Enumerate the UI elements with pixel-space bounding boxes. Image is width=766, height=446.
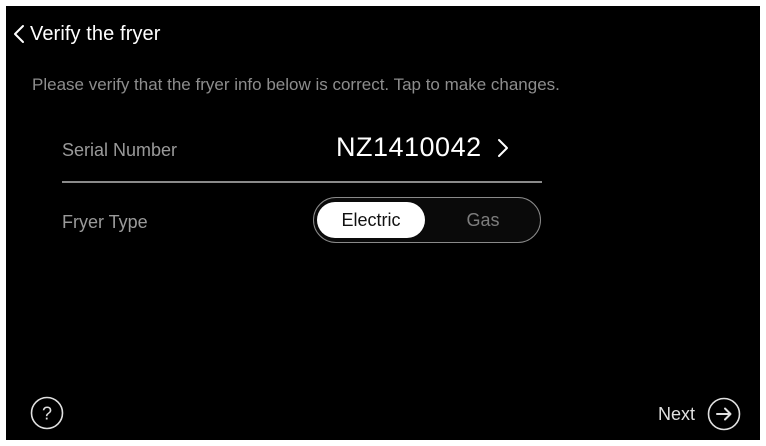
chevron-right-icon bbox=[497, 138, 508, 157]
serial-number-value: NZ1410042 bbox=[336, 132, 482, 162]
next-button[interactable]: Next bbox=[658, 397, 741, 431]
fryer-type-label: Fryer Type bbox=[62, 212, 148, 232]
arrow-right-circle-icon bbox=[707, 397, 741, 431]
serial-number-label: Serial Number bbox=[62, 140, 178, 160]
screen: Verify the fryer Please verify that the … bbox=[6, 6, 760, 440]
fryer-type-gas-option[interactable]: Gas bbox=[429, 202, 537, 238]
question-mark-icon: ? bbox=[42, 404, 52, 424]
divider bbox=[62, 181, 542, 183]
help-button[interactable]: ? bbox=[30, 396, 64, 430]
fryer-type-electric-option[interactable]: Electric bbox=[317, 202, 425, 238]
serial-number-row[interactable]: NZ1410042 bbox=[336, 132, 510, 163]
chevron-left-icon bbox=[14, 25, 24, 43]
back-button[interactable]: Verify the fryer bbox=[10, 20, 161, 48]
instructions-text: Please verify that the fryer info below … bbox=[32, 75, 560, 94]
next-label: Next bbox=[658, 403, 696, 424]
fryer-type-toggle[interactable]: Electric Gas bbox=[313, 197, 541, 243]
page-title: Verify the fryer bbox=[30, 22, 161, 45]
